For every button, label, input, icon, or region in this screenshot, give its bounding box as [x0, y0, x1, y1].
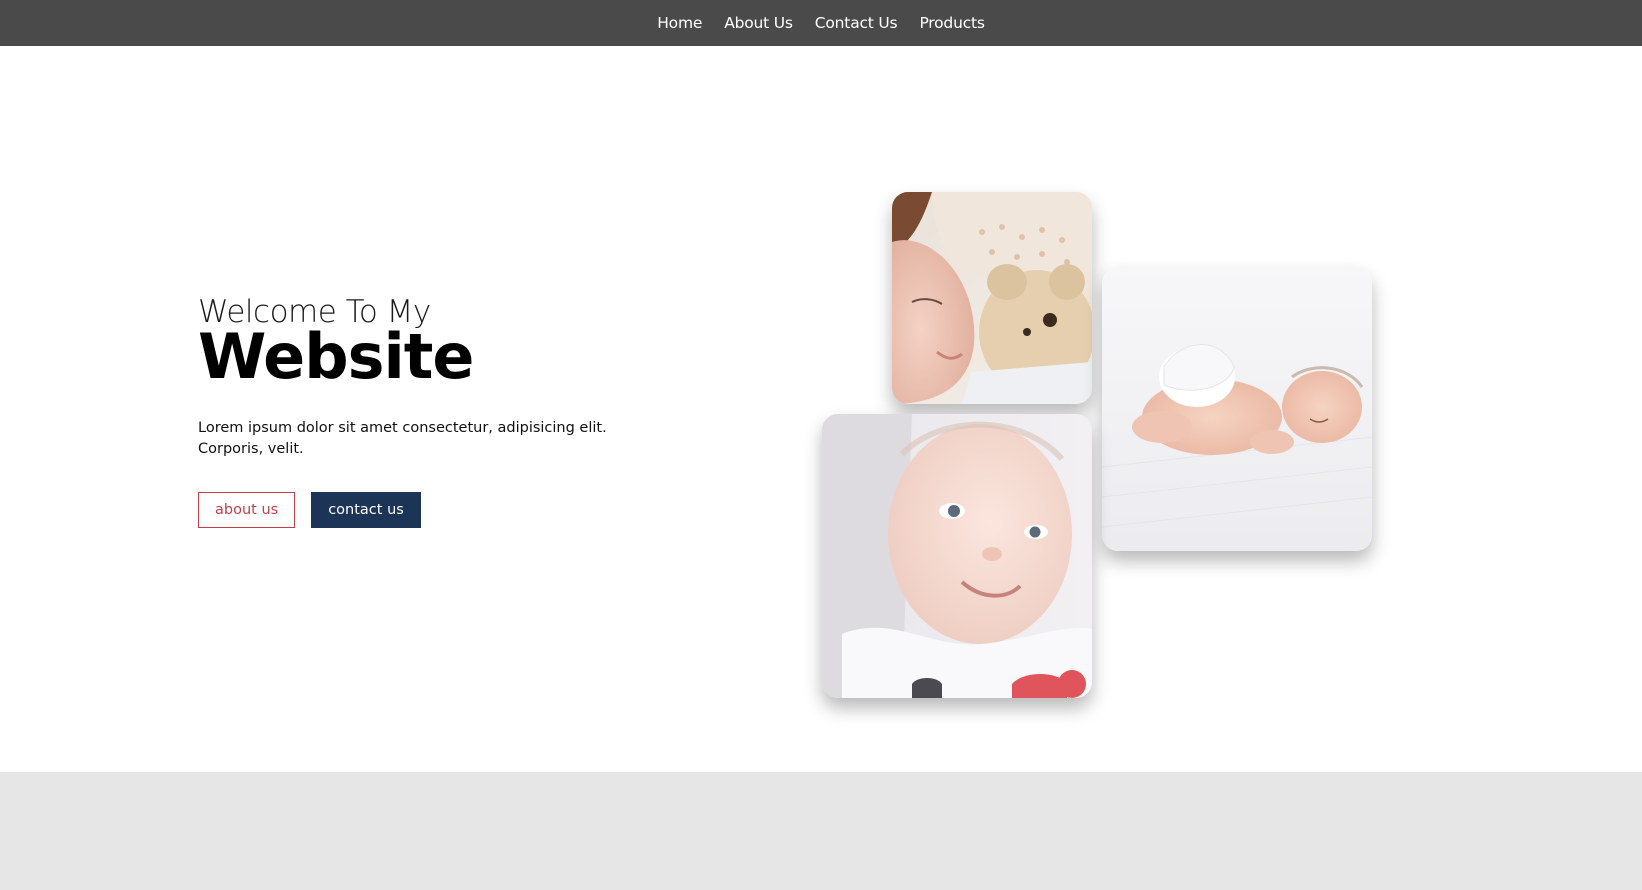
hero-description-line-1: Lorem ipsum dolor sit amet consectetur, …	[198, 420, 607, 436]
footer-section	[0, 772, 1642, 890]
hero-description: Lorem ipsum dolor sit amet consectetur, …	[198, 418, 618, 460]
smiling-baby-photo	[822, 414, 1092, 698]
hero-text-block: Welcome To My Website Lorem ipsum dolor …	[198, 294, 638, 528]
nav-products-link[interactable]: Products	[919, 14, 985, 32]
nav-home-link[interactable]: Home	[657, 14, 702, 32]
about-us-button[interactable]: about us	[198, 492, 296, 528]
nav-about-us-link[interactable]: About Us	[724, 14, 793, 32]
hero-title: Website	[198, 320, 474, 393]
hero-section: Welcome To My Website Lorem ipsum dolor …	[0, 46, 1642, 772]
hero-button-row: about us contact us	[198, 492, 638, 528]
sleeping-newborn-photo	[1102, 267, 1372, 551]
hero-description-line-2: Corporis, velit.	[198, 441, 304, 457]
girl-with-teddy-bear-photo	[892, 192, 1092, 404]
top-navigation: Home About Us Contact Us Products	[0, 0, 1642, 46]
nav-contact-us-link[interactable]: Contact Us	[815, 14, 898, 32]
contact-us-button[interactable]: contact us	[311, 492, 421, 528]
